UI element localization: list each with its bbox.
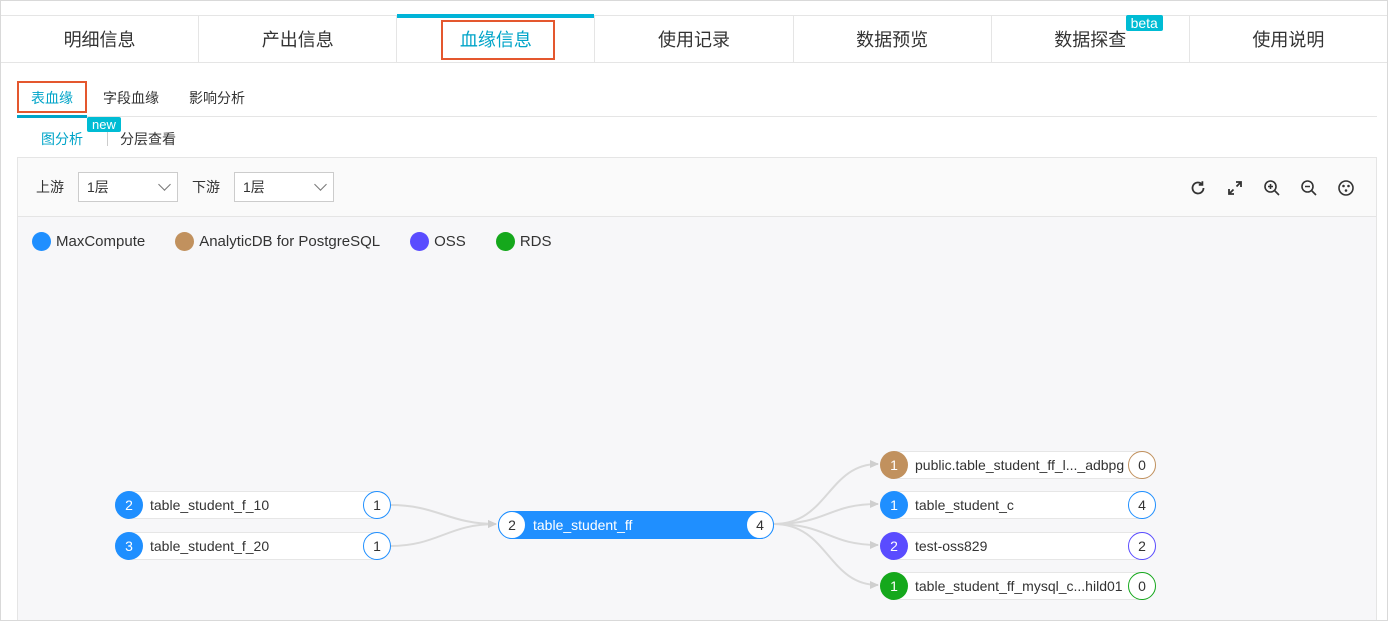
lineage-node-downstream[interactable]: 1 table_student_ff_mysql_c...hild01 0 xyxy=(880,572,1156,600)
lineage-window: 明细信息 产出信息 血缘信息 使用记录 数据预览 数据探查 beta 使用说明 表… xyxy=(0,0,1388,621)
node-level-badge: 1 xyxy=(880,451,908,479)
tab-label: 使用记录 xyxy=(657,30,730,50)
edge-center-down2 xyxy=(773,500,879,525)
tab-detail-info[interactable]: 明细信息 xyxy=(1,16,200,62)
tab-label: 产出信息 xyxy=(261,30,334,50)
node-count-badge[interactable]: 4 xyxy=(746,511,774,539)
view-layered[interactable]: 分层查看 xyxy=(120,129,176,149)
node-level-badge: 2 xyxy=(498,511,526,539)
node-count-badge[interactable]: 0 xyxy=(1128,451,1156,479)
new-badge: new xyxy=(87,117,121,132)
edge-up2-center xyxy=(389,520,497,547)
tab-data-profiling[interactable]: 数据探查 beta xyxy=(992,15,1190,62)
lineage-node-upstream[interactable]: 3 table_student_f_20 1 xyxy=(115,532,391,560)
node-count-badge[interactable]: 2 xyxy=(1128,532,1156,560)
lineage-node-upstream[interactable]: 2 table_student_f_10 1 xyxy=(115,491,391,519)
subtab-field-lineage[interactable]: 字段血缘 xyxy=(103,79,159,117)
node-name: table_student_f_10 xyxy=(150,497,270,513)
node-name: table_student_ff_mysql_c...hild01 xyxy=(915,578,1123,594)
highlight-box xyxy=(17,80,87,113)
node-level-badge: 2 xyxy=(880,532,908,560)
tab-usage-records[interactable]: 使用记录 xyxy=(595,16,794,62)
subtab-label: 字段血缘 xyxy=(103,89,159,106)
subtab-table-lineage[interactable]: 表血缘 xyxy=(17,79,87,118)
node-name: table_student_f_20 xyxy=(150,538,270,554)
node-name: test-oss829 xyxy=(915,538,988,554)
tab-label: 明细信息 xyxy=(63,30,136,50)
lineage-node-downstream[interactable]: 1 table_student_c 4 xyxy=(880,491,1156,519)
node-level-badge: 1 xyxy=(880,491,908,519)
view-mode-divider xyxy=(107,132,108,146)
beta-badge: beta xyxy=(1125,15,1163,31)
node-count-badge[interactable]: 1 xyxy=(363,532,391,560)
node-level-badge: 1 xyxy=(880,572,908,600)
node-count-badge[interactable]: 1 xyxy=(363,491,391,519)
tab-label: 使用说明 xyxy=(1252,30,1325,50)
tab-label: 数据探查 xyxy=(1054,30,1127,50)
node-count-badge[interactable]: 4 xyxy=(1128,491,1156,519)
edge-up1-center xyxy=(389,504,497,528)
subtab-impact-analysis[interactable]: 影响分析 xyxy=(189,79,245,117)
tab-lineage-info[interactable]: 血缘信息 xyxy=(397,14,596,62)
view-graph-analysis[interactable]: 图分析 xyxy=(41,129,83,149)
node-name: table_student_ff xyxy=(533,517,633,533)
node-level-badge: 3 xyxy=(115,532,143,560)
subtab-label: 影响分析 xyxy=(189,89,245,106)
tab-label: 数据预览 xyxy=(856,30,929,50)
lineage-graph-panel: 上游 1层 下游 1层 MaxCompute AnalyticDB for Po… xyxy=(17,157,1377,620)
tab-data-preview[interactable]: 数据预览 xyxy=(794,16,992,62)
node-level-badge: 2 xyxy=(115,491,143,519)
lineage-subtab-bar: 表血缘 字段血缘 影响分析 xyxy=(17,79,1377,118)
lineage-node-downstream[interactable]: 1 public.table_student_ff_l..._adbpg 0 xyxy=(880,451,1156,479)
lineage-node-downstream[interactable]: 2 test-oss829 2 xyxy=(880,532,1156,560)
main-tab-bar: 明细信息 产出信息 血缘信息 使用记录 数据预览 数据探查 beta 使用说明 xyxy=(1,14,1387,63)
lineage-node-current-table[interactable]: 2 table_student_ff 4 xyxy=(498,511,774,539)
highlight-box xyxy=(441,20,556,60)
view-mode-switch: 图分析 new 分层查看 xyxy=(41,117,176,153)
tab-output-info[interactable]: 产出信息 xyxy=(199,16,398,62)
tab-usage-guide[interactable]: 使用说明 xyxy=(1190,16,1387,62)
node-count-badge[interactable]: 0 xyxy=(1128,572,1156,600)
node-name: table_student_c xyxy=(915,497,1014,513)
edge-center-down3 xyxy=(773,523,879,549)
node-name: public.table_student_ff_l..._adbpg xyxy=(915,457,1125,473)
